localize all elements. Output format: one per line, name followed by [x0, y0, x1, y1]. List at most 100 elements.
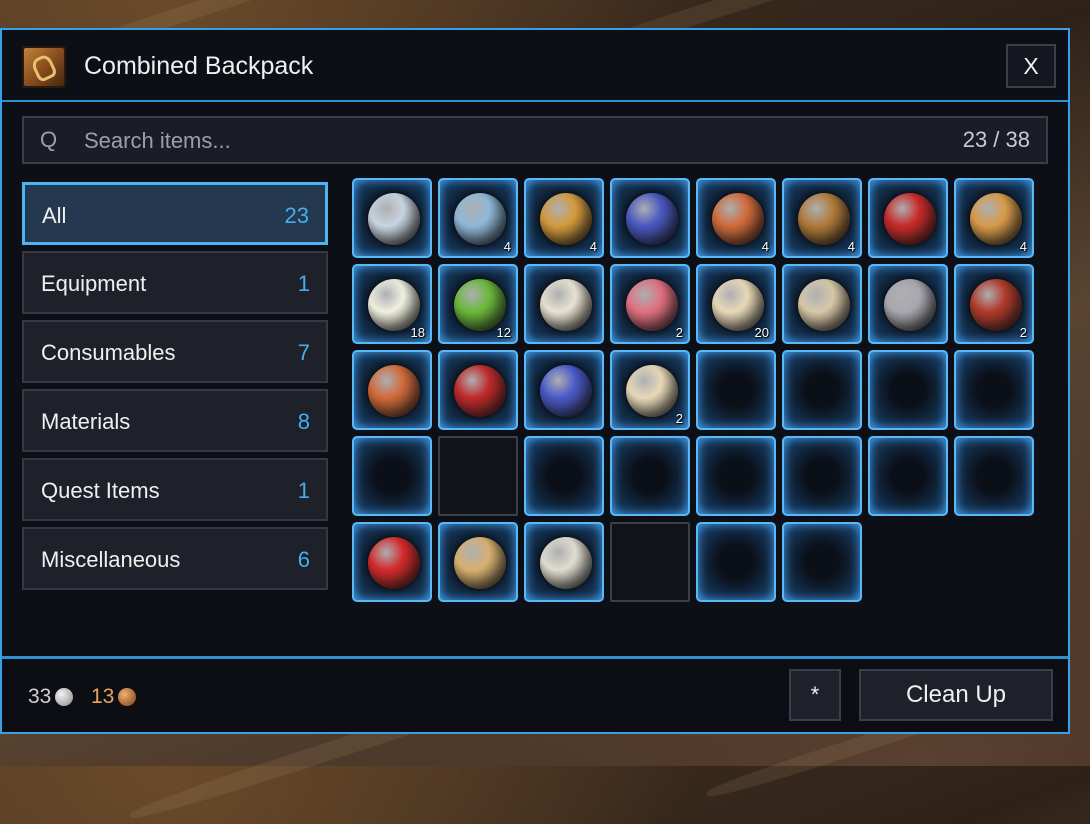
seasoned-bread-icon — [540, 193, 592, 245]
stack-quantity: 2 — [1019, 325, 1027, 340]
copper-coin-icon — [118, 688, 136, 706]
stack-quantity: 4 — [847, 239, 855, 254]
inventory-slot[interactable] — [696, 436, 776, 516]
blue-pouch-icon — [626, 193, 678, 245]
white-eggs-icon — [540, 279, 592, 331]
window-title: Combined Backpack — [84, 52, 314, 80]
red-potion-icon — [884, 193, 936, 245]
silver-amount: 33 — [28, 685, 52, 708]
inventory-slot[interactable]: 12 — [438, 264, 518, 344]
inventory-slot[interactable] — [954, 436, 1034, 516]
inventory-slot[interactable] — [438, 522, 518, 602]
hand-axe-icon — [884, 279, 936, 331]
inventory-slot[interactable] — [352, 350, 432, 430]
inventory-slot[interactable] — [352, 436, 432, 516]
inventory-slot[interactable] — [524, 436, 604, 516]
inventory-slot[interactable] — [438, 350, 518, 430]
search-icon: Q — [40, 127, 58, 152]
inventory-slot[interactable] — [696, 522, 776, 602]
green-herb-leaf-icon — [454, 279, 506, 331]
bacon-strips-icon — [712, 193, 764, 245]
inventory-slot[interactable]: 4 — [696, 178, 776, 258]
rolled-scroll-icon — [798, 279, 850, 331]
category-materials[interactable]: Materials 8 — [22, 389, 328, 452]
category-count: 7 — [297, 340, 310, 365]
inventory-slot[interactable] — [782, 350, 862, 430]
category-all[interactable]: All 23 — [22, 182, 328, 245]
inventory-slot[interactable] — [868, 350, 948, 430]
stack-quantity: 4 — [503, 239, 511, 254]
inventory-slot[interactable]: 20 — [696, 264, 776, 344]
category-quest-items[interactable]: Quest Items 1 — [22, 458, 328, 521]
inventory-slot[interactable] — [438, 436, 518, 516]
fried-cracker-icon — [970, 193, 1022, 245]
inventory-slot[interactable] — [352, 178, 432, 258]
item-count: 23 / 38 — [962, 127, 1030, 152]
inventory-slot[interactable] — [524, 350, 604, 430]
silver-swirl-stone-icon — [368, 193, 420, 245]
category-label: Materials — [41, 409, 131, 434]
red-apple-icon — [368, 537, 420, 589]
inventory-slot[interactable] — [610, 178, 690, 258]
inventory-slot[interactable] — [524, 522, 604, 602]
inventory-slot[interactable]: 4 — [524, 178, 604, 258]
footer: 33 13 * Clean Up — [2, 656, 1068, 732]
bacon-strips-icon — [368, 365, 420, 417]
inventory-slot[interactable] — [782, 522, 862, 602]
red-feather-icon — [970, 279, 1022, 331]
lightning-rune-chest-icon — [540, 365, 592, 417]
inventory-slot[interactable] — [696, 350, 776, 430]
inventory-slot[interactable]: 2 — [610, 350, 690, 430]
stack-quantity: 2 — [675, 411, 683, 426]
inventory-slot[interactable]: 4 — [782, 178, 862, 258]
silver-coin-icon — [55, 688, 73, 706]
stack-quantity: 4 — [1019, 239, 1027, 254]
title-bar: Combined Backpack X — [2, 30, 1068, 102]
category-label: Consumables — [41, 340, 176, 365]
stack-quantity: 12 — [496, 325, 511, 340]
category-count: 6 — [297, 547, 310, 572]
inventory-slot[interactable] — [610, 436, 690, 516]
linen-cloth-icon — [712, 279, 764, 331]
inventory-slot[interactable] — [954, 350, 1034, 430]
category-label: Equipment — [41, 271, 147, 296]
raw-meat-icon — [626, 279, 678, 331]
stack-quantity: 20 — [754, 325, 769, 340]
stack-quantity: 2 — [675, 325, 683, 340]
blue-rune-stone-icon — [454, 193, 506, 245]
category-count: 23 — [284, 203, 309, 228]
inventory-slot[interactable] — [868, 178, 948, 258]
search-input[interactable] — [82, 124, 886, 158]
daisy-flower-icon — [368, 279, 420, 331]
inventory-slot[interactable]: 4 — [954, 178, 1034, 258]
category-miscellaneous[interactable]: Miscellaneous 6 — [22, 527, 328, 590]
stack-quantity: 18 — [410, 325, 425, 340]
inventory-slot[interactable] — [868, 264, 948, 344]
category-count: 8 — [297, 409, 310, 434]
inventory-slot[interactable] — [610, 522, 690, 602]
category-count: 1 — [297, 271, 310, 296]
close-button[interactable]: X — [1006, 44, 1056, 88]
roast-leg-icon — [798, 193, 850, 245]
category-consumables[interactable]: Consumables 7 — [22, 320, 328, 383]
inventory-slot[interactable] — [782, 264, 862, 344]
inventory-slot[interactable] — [868, 436, 948, 516]
search-bar: Q 23 / 38 — [22, 116, 1048, 164]
inventory-slot[interactable]: 4 — [438, 178, 518, 258]
inventory-slot[interactable]: 2 — [954, 264, 1034, 344]
inventory-slot[interactable]: 18 — [352, 264, 432, 344]
inventory-slot[interactable]: 2 — [610, 264, 690, 344]
category-label: All — [42, 203, 67, 228]
stack-quantity: 4 — [761, 239, 769, 254]
category-label: Quest Items — [41, 478, 160, 503]
copper-amount: 13 — [91, 685, 115, 708]
category-equipment[interactable]: Equipment 1 — [22, 251, 328, 314]
inventory-slot[interactable] — [782, 436, 862, 516]
category-label: Miscellaneous — [41, 547, 181, 572]
inventory-slot[interactable] — [524, 264, 604, 344]
clean-up-button[interactable]: Clean Up — [859, 669, 1053, 721]
backpack-window: Combined Backpack X Q 23 / 38 All 23 Equip… — [0, 28, 1070, 734]
favorite-button[interactable]: * — [789, 669, 841, 721]
inventory-slot[interactable] — [352, 522, 432, 602]
red-striped-feather-icon — [454, 365, 506, 417]
